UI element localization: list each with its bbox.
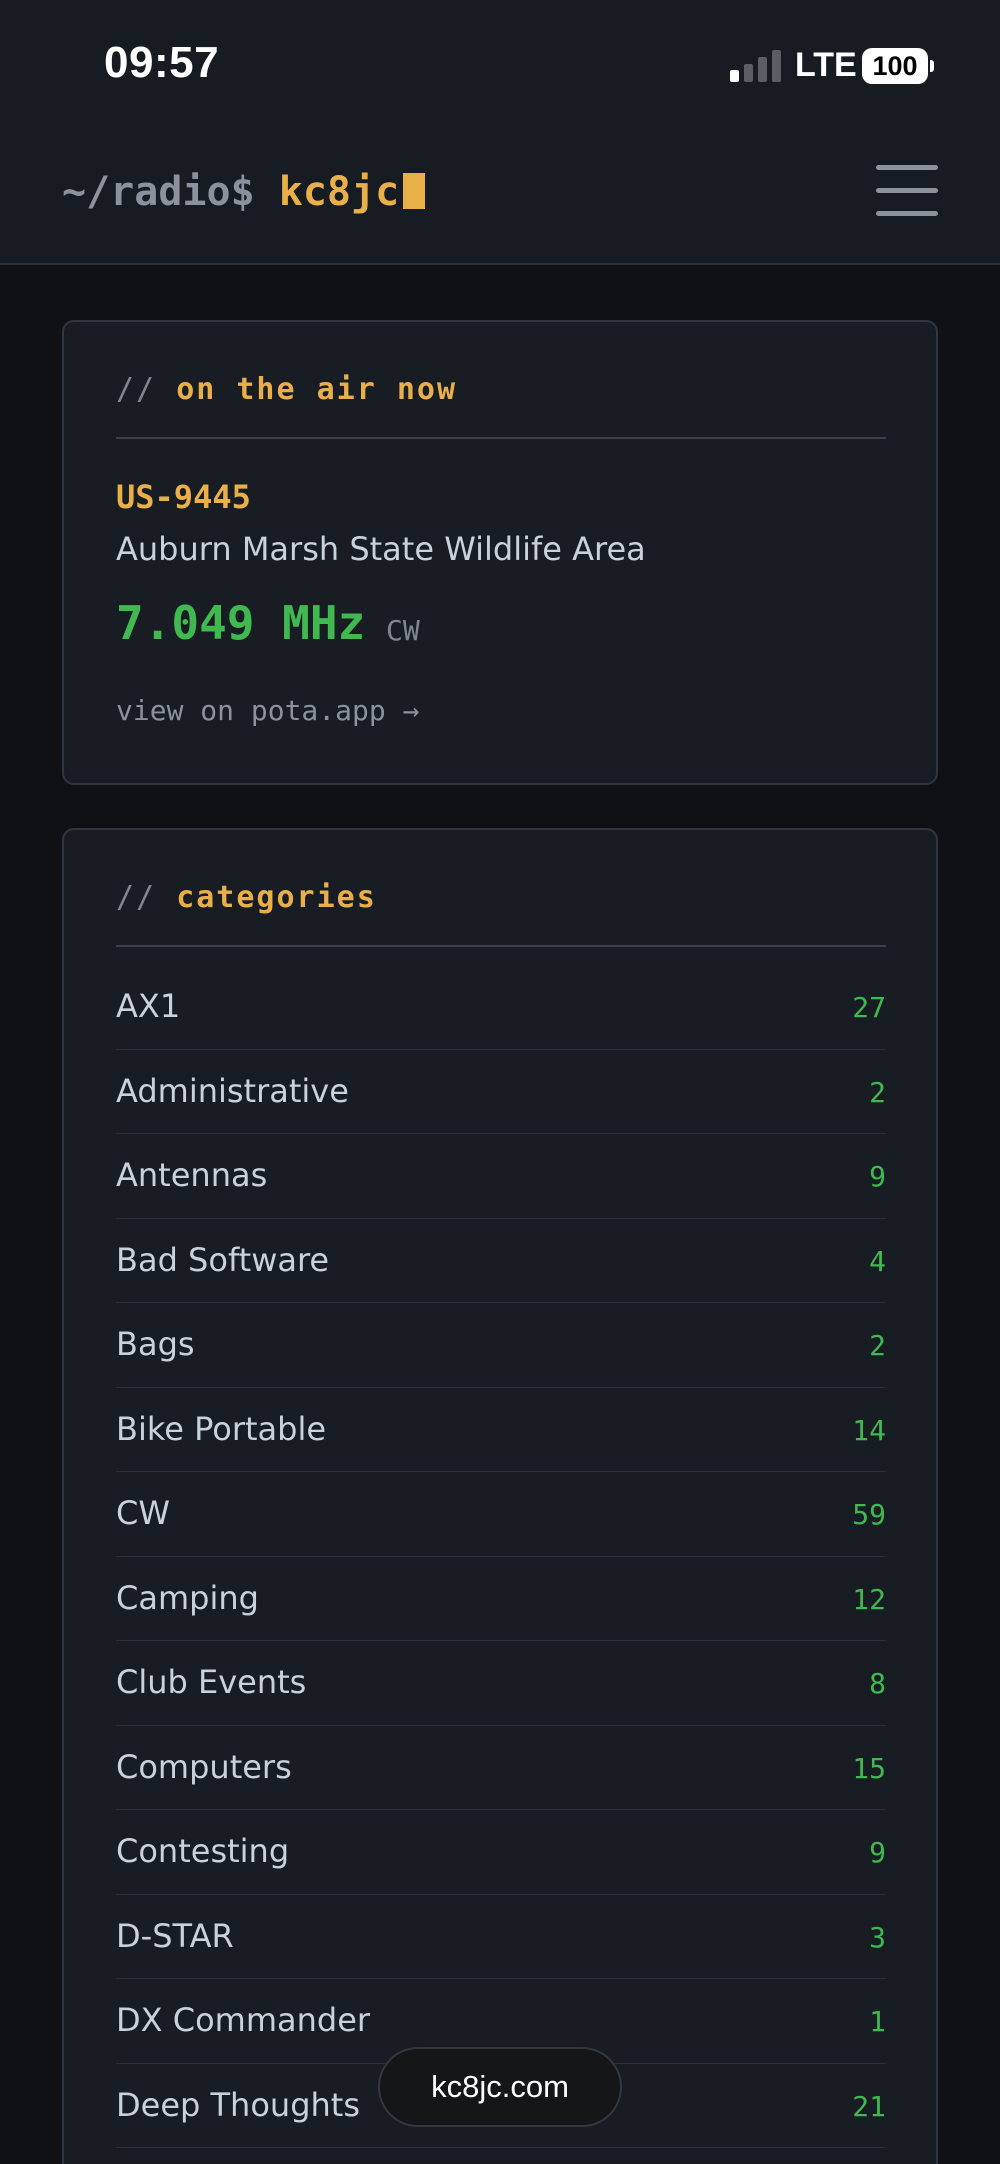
category-name: Antennas: [116, 1156, 268, 1194]
category-row[interactable]: Camping 12: [116, 1557, 886, 1641]
categories-heading: // categories: [116, 880, 377, 915]
divider: [116, 945, 886, 947]
menu-bar-icon: [876, 188, 938, 193]
category-count: 59: [852, 1498, 886, 1531]
category-count: 8: [869, 1667, 886, 1700]
category-count: 2: [869, 1329, 886, 1362]
menu-bar-icon: [876, 211, 938, 216]
category-count: 9: [869, 1836, 886, 1869]
category-row[interactable]: D-STAR 3: [116, 1895, 886, 1979]
category-row[interactable]: AX1 27: [116, 965, 886, 1050]
browser-url-pill[interactable]: kc8jc.com: [378, 2047, 622, 2127]
site-logo-link[interactable]: ~/radio$ kc8jc: [62, 169, 426, 215]
category-count: 3: [869, 1920, 886, 1954]
category-row[interactable]: Antennas 9: [116, 1134, 886, 1219]
category-name: Deep Thoughts: [116, 2085, 360, 2124]
frequency: 7.049 MHz: [116, 596, 366, 650]
category-row[interactable]: Bad Software 4: [116, 1219, 886, 1303]
category-row[interactable]: CW 59: [116, 1472, 886, 1557]
category-row[interactable]: [116, 2148, 886, 2164]
category-name: Contesting: [116, 1832, 290, 1870]
on-air-card: // on the air now US-9445 Auburn Marsh S…: [62, 320, 938, 785]
category-name: Camping: [116, 1578, 259, 1617]
category-count: 21: [852, 2089, 886, 2123]
divider: [116, 437, 886, 439]
category-name: Administrative: [116, 1071, 349, 1110]
network-type: LTE: [795, 46, 857, 84]
battery-icon: 100: [862, 48, 928, 84]
status-time: 09:57: [104, 38, 220, 87]
battery-tip: [930, 60, 934, 72]
operating-mode: CW: [386, 614, 420, 647]
shell-prompt: ~/radio$: [62, 169, 255, 215]
category-name: Bad Software: [116, 1240, 330, 1279]
category-name: D-STAR: [116, 1916, 234, 1955]
categories-card: // categories AX1 27 Administrative 2 Antenn…: [62, 828, 938, 2164]
category-count: 12: [852, 1582, 886, 1616]
category-name: CW: [116, 1494, 170, 1532]
category-row[interactable]: Computers 15: [116, 1726, 886, 1810]
category-name: Club Events: [116, 1663, 307, 1701]
category-name: Bags: [116, 1325, 195, 1363]
category-row[interactable]: Administrative 2: [116, 1050, 886, 1134]
category-count: 14: [852, 1413, 886, 1447]
category-count: 27: [852, 991, 886, 1024]
category-row[interactable]: Bags 2: [116, 1303, 886, 1388]
category-name: DX Commander: [116, 2001, 371, 2039]
park-name: Auburn Marsh State Wildlife Area: [116, 530, 646, 568]
category-list: AX1 27 Administrative 2 Antennas 9 Bad Softwar…: [116, 965, 886, 2164]
status-bar: 09:57 LTE 100: [0, 0, 1000, 125]
category-count: 9: [869, 1160, 886, 1193]
view-on-pota-link[interactable]: view on pota.app →: [116, 694, 419, 727]
on-air-heading: // on the air now: [116, 372, 458, 407]
category-count: 1: [869, 2005, 886, 2038]
category-name: Bike Portable: [116, 1409, 327, 1448]
site-header: ~/radio$ kc8jc: [0, 125, 1000, 265]
category-count: 2: [869, 1075, 886, 1109]
category-count: 15: [852, 1751, 886, 1785]
category-row[interactable]: Club Events 8: [116, 1641, 886, 1726]
category-row[interactable]: Bike Portable 14: [116, 1388, 886, 1472]
cellular-signal-icon: [730, 50, 782, 82]
category-count: 4: [869, 1244, 886, 1278]
menu-bar-icon: [876, 165, 938, 170]
category-name: Computers: [116, 1747, 292, 1786]
category-row[interactable]: Contesting 9: [116, 1810, 886, 1895]
cursor-block-icon: [403, 173, 426, 209]
park-reference: US-9445: [116, 478, 251, 516]
category-name: AX1: [116, 987, 181, 1025]
hamburger-menu-button[interactable]: [876, 165, 938, 217]
site-host: kc8jc: [278, 169, 400, 215]
